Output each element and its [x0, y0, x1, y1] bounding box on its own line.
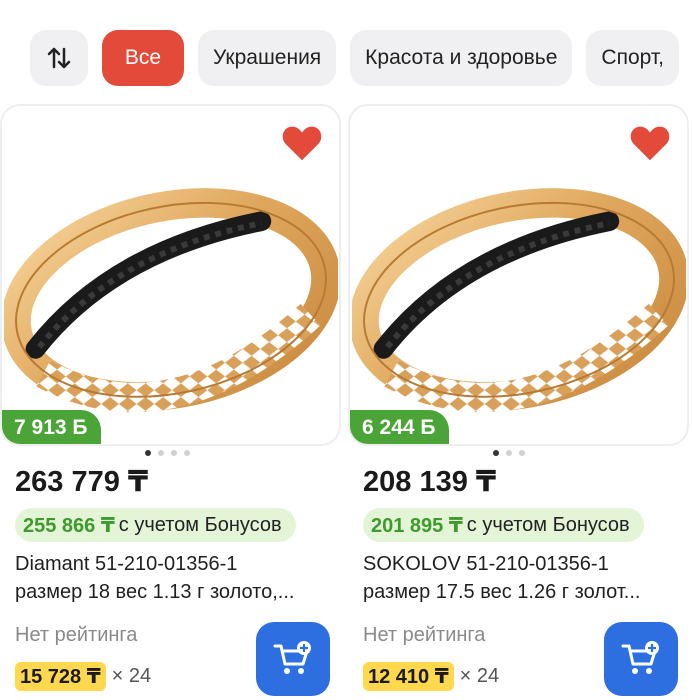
product-card[interactable]: 7 913 Б 263 779 ₸ 255 866 ₸ с учетом Бон…: [0, 104, 342, 700]
favorite-heart-icon[interactable]: [629, 124, 671, 162]
filter-chip-all[interactable]: Все: [102, 30, 184, 86]
product-image[interactable]: 7 913 Б: [0, 104, 341, 446]
bonus-price-pill: 201 895 ₸ с учетом Бонусов: [363, 508, 644, 542]
add-to-cart-button[interactable]: [604, 622, 678, 696]
cart-plus-icon: [621, 641, 659, 674]
bonus-price-value: 255 866 ₸: [23, 514, 115, 537]
ring-image: [352, 140, 686, 440]
bonus-badge: 7 913 Б: [2, 410, 102, 444]
filter-chip-jewelry[interactable]: Украшения: [198, 30, 337, 86]
sort-button[interactable]: [30, 30, 88, 86]
installment-months: × 24: [111, 665, 152, 687]
sort-arrows-icon: [47, 47, 71, 69]
product-title[interactable]: Diamant 51-210-01356-1 размер 18 вес 1.1…: [15, 550, 335, 606]
bonus-price-value: 201 895 ₸: [371, 514, 463, 537]
installment-info: 15 728 ₸ × 24: [15, 662, 151, 691]
installment-amount: 15 728 ₸: [15, 662, 106, 691]
installment-info: 12 410 ₸ × 24: [363, 662, 499, 691]
product-rating: Нет рейтинга: [363, 624, 486, 646]
category-filter-bar: Все Украшения Красота и здоровье Спорт,: [30, 30, 692, 86]
add-to-cart-button[interactable]: [256, 622, 330, 696]
installment-amount: 12 410 ₸: [363, 662, 454, 691]
product-price: 263 779 ₸: [15, 466, 149, 498]
filter-chip-beauty-health[interactable]: Красота и здоровье: [350, 30, 573, 86]
product-title-line2: размер 18 вес 1.13 г золото,...: [15, 581, 295, 603]
product-title-line2: размер 17.5 вес 1.26 г золот...: [363, 581, 641, 603]
product-image[interactable]: 6 244 Б: [348, 104, 689, 446]
bonus-price-suffix: с учетом Бонусов: [118, 513, 282, 536]
image-pager-dots: [493, 450, 525, 456]
favorite-heart-icon[interactable]: [281, 124, 323, 162]
product-card[interactable]: 6 244 Б 208 139 ₸ 201 895 ₸ с учетом Бон…: [348, 104, 690, 700]
bonus-badge: 6 244 Б: [350, 410, 450, 444]
product-price: 208 139 ₸: [363, 466, 497, 498]
ring-image: [4, 140, 338, 440]
product-title-line1: SOKOLOV 51-210-01356-1: [363, 553, 609, 575]
bonus-price-pill: 255 866 ₸ с учетом Бонусов: [15, 508, 296, 542]
installment-months: × 24: [459, 665, 500, 687]
image-pager-dots: [145, 450, 190, 456]
product-title-line1: Diamant 51-210-01356-1: [15, 553, 238, 575]
product-rating: Нет рейтинга: [15, 624, 138, 646]
filter-chip-sport[interactable]: Спорт,: [586, 30, 679, 86]
cart-plus-icon: [273, 641, 311, 674]
product-title[interactable]: SOKOLOV 51-210-01356-1 размер 17.5 вес 1…: [363, 550, 683, 606]
bonus-price-suffix: с учетом Бонусов: [466, 513, 630, 536]
